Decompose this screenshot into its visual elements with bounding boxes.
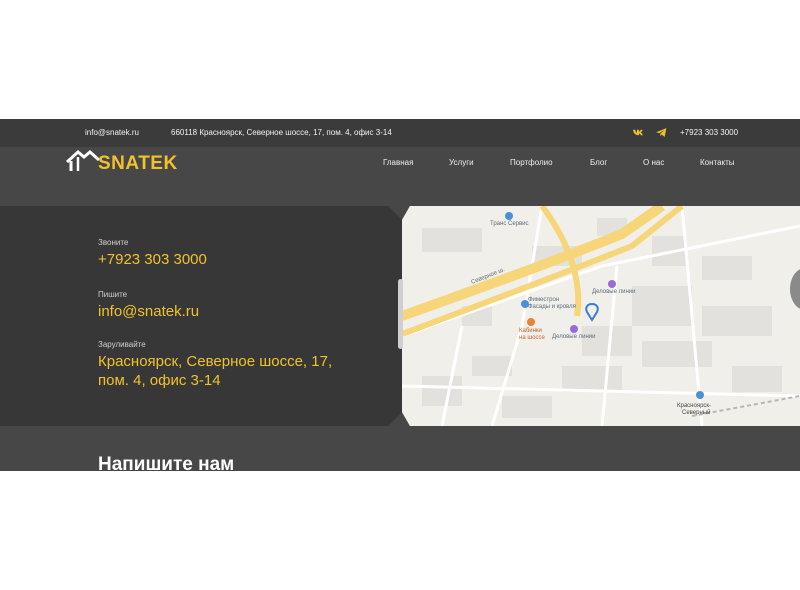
map-canvas[interactable]: Транс Сервис Северное ш. Фиместрон Фасад… [402, 206, 800, 426]
header: SNATEK Главная Услуги Портфолио Блог О н… [0, 147, 800, 179]
map-label-facades-top: Фиместрон [528, 297, 559, 303]
map-label-station-2: Северный [682, 409, 710, 416]
map-label-station-1: Красноярск- [677, 403, 711, 409]
nav-item-home[interactable]: Главная [383, 158, 413, 167]
map-poi-kabinki [527, 318, 535, 326]
address-line-1: Красноярск, Северное шоссе, 17, [98, 353, 333, 370]
topbar-email-link[interactable]: info@snatek.ru [85, 128, 139, 137]
call-label: Звоните [98, 238, 129, 247]
map-label-biz-lines-2: Деловые линии [552, 334, 595, 340]
top-bar: info@snatek.ru 660118 Красноярск, Северн… [0, 119, 800, 147]
site-frame: info@snatek.ru 660118 Красноярск, Северн… [0, 119, 800, 471]
nav-item-blog[interactable]: Блог [590, 158, 607, 167]
map-label-trans-service: Транс Сервис [490, 221, 529, 227]
map-label-biz-lines-1: Деловые линии [592, 289, 635, 295]
map-resize-handle[interactable] [398, 279, 403, 349]
nav-item-about[interactable]: О нас [643, 158, 664, 167]
map-poi-station [696, 391, 704, 399]
vk-icon[interactable] [632, 126, 645, 139]
map-label-kabinki-2: на шоссе [519, 335, 545, 341]
nav-item-contacts[interactable]: Контакты [700, 158, 735, 167]
contact-phone-link[interactable]: +7923 303 3000 [98, 250, 207, 269]
map-label-facades: Фасады и кровля [528, 304, 576, 310]
write-label: Пишите [98, 290, 128, 299]
nav-item-services[interactable]: Услуги [449, 158, 474, 167]
map-poi-biz-lines-1 [608, 280, 616, 288]
map-poi-biz-lines-2 [570, 325, 578, 333]
telegram-icon[interactable] [655, 126, 668, 139]
visit-label: Заруливайте [98, 340, 146, 349]
topbar-address: 660118 Красноярск, Северное шоссе, 17, п… [171, 128, 392, 137]
contacts-card: Звоните +7923 303 3000 Пишите info@snate… [0, 206, 402, 426]
write-us-title: Напишите нам [98, 454, 235, 471]
logo[interactable]: SNATEK [66, 149, 178, 175]
contact-email-link[interactable]: info@snatek.ru [98, 302, 199, 321]
nav-item-portfolio[interactable]: Портфолио [510, 158, 553, 167]
logo-roof-icon [66, 150, 100, 171]
map-widget[interactable]: Транс Сервис Северное ш. Фиместрон Фасад… [402, 206, 800, 426]
topbar-phone-link[interactable]: +7923 303 3000 [680, 128, 738, 137]
map-label-kabinki-1: Кабинки [519, 328, 542, 334]
logo-text: SNATEK [98, 153, 178, 174]
address-line-2: пом. 4, офис 3-14 [98, 372, 221, 389]
map-poi-trans-service [505, 212, 513, 220]
